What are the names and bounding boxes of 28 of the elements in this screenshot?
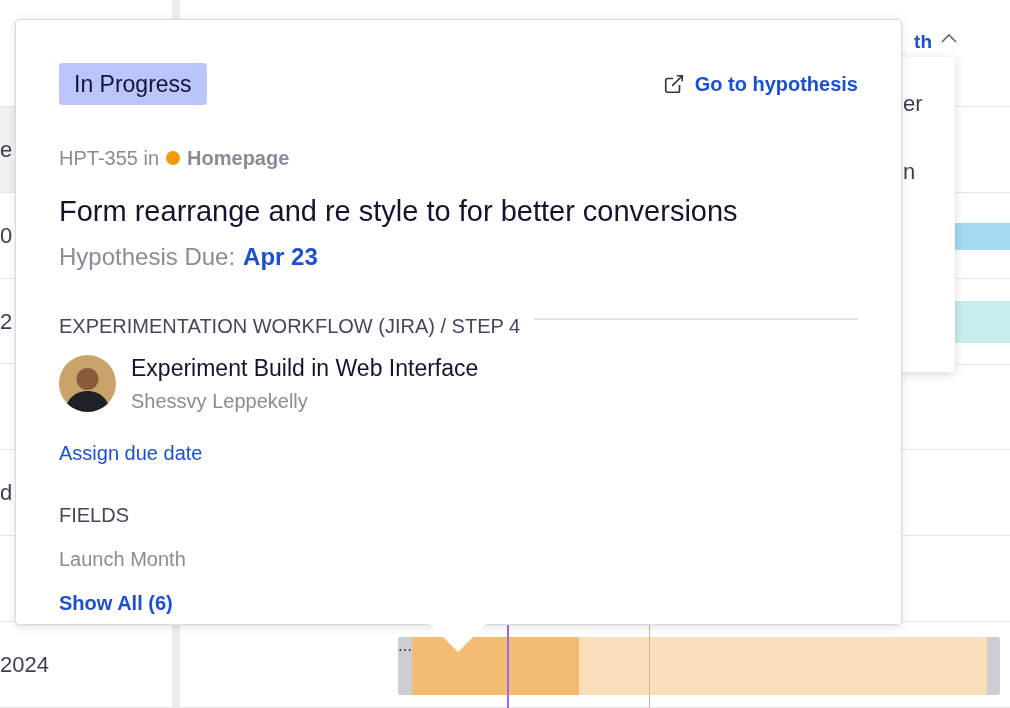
drag-handle[interactable]: ⋯ xyxy=(398,637,412,696)
step-title: Experiment Build in Web Interface xyxy=(131,354,479,384)
go-to-hypothesis-link[interactable]: Go to hypothesis xyxy=(662,69,858,99)
field-name: Launch Month xyxy=(59,546,186,572)
external-link-icon xyxy=(662,73,685,95)
project-name: Homepage xyxy=(187,146,290,171)
row-label: d xyxy=(0,479,13,508)
assign-due-date-link[interactable]: Assign due date xyxy=(59,437,203,468)
workflow-label: EXPERIMENTATION WORKFLOW (JIRA) / STEP 4 xyxy=(59,314,521,340)
due-label: Hypothesis Due: xyxy=(59,242,236,273)
row-label: e xyxy=(0,135,13,164)
row-label: 0 xyxy=(0,221,13,250)
menu-item[interactable]: n xyxy=(903,161,955,183)
chevron-up-icon[interactable] xyxy=(940,32,958,44)
header-link[interactable]: th xyxy=(914,28,932,57)
show-all-link[interactable]: Show All (6) xyxy=(59,587,173,618)
fields-label: FIELDS xyxy=(59,502,130,528)
hypothesis-title: Form rearrange and re style to for better conversions xyxy=(59,194,739,229)
assignee-name: Shessvy Leppekelly xyxy=(131,388,309,414)
gantt-bar[interactable]: ⋯ xyxy=(398,637,1000,696)
row-label: 2 xyxy=(0,307,13,336)
status-tag: In Progress xyxy=(59,63,207,105)
menu-item[interactable]: er xyxy=(903,93,955,115)
avatar xyxy=(59,355,116,412)
issue-key: HPT-355 in xyxy=(59,143,160,173)
row-label: 2024 xyxy=(0,651,49,680)
due-date: Apr 23 xyxy=(243,242,318,273)
drag-handle[interactable] xyxy=(987,637,1000,696)
